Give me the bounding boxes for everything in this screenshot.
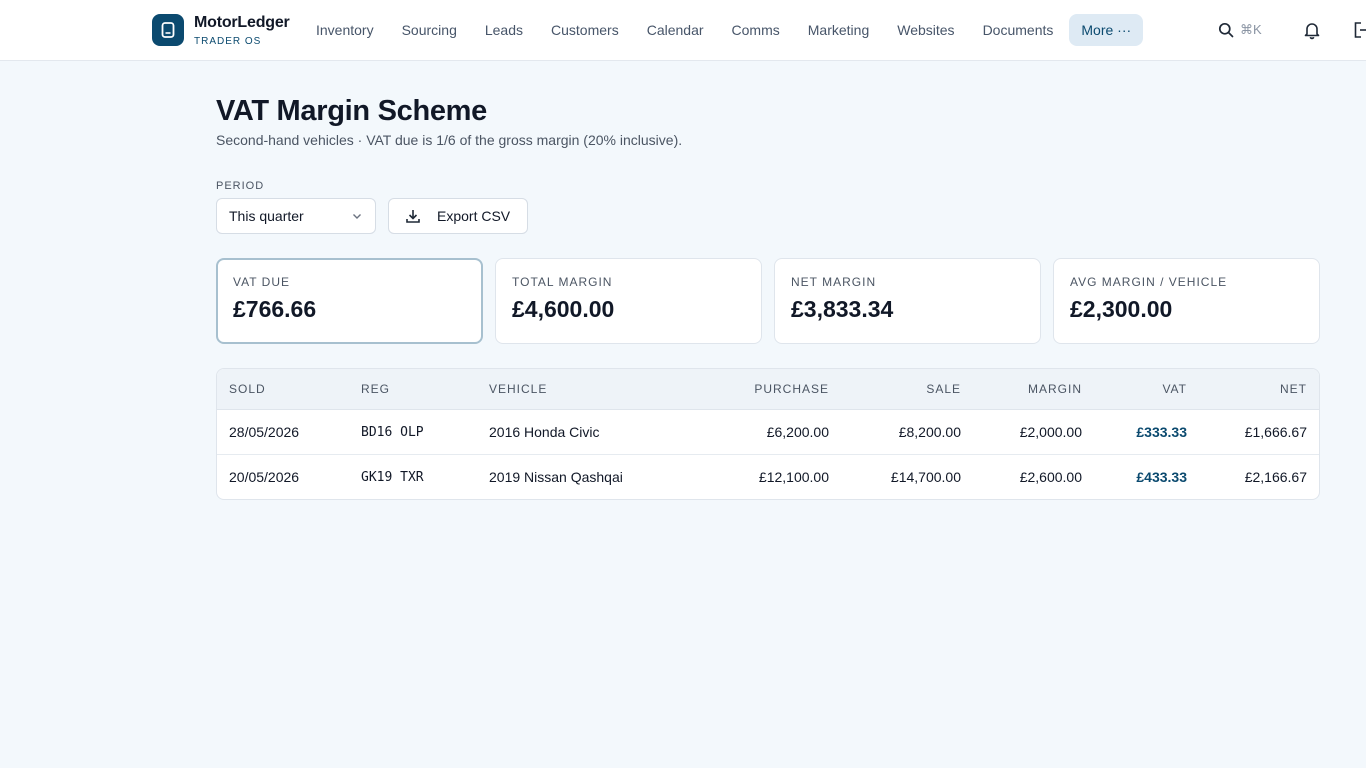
nav-item-marketing[interactable]: Marketing [794,14,883,46]
export-csv-label: Export CSV [437,208,511,224]
column-header-net[interactable]: NET [1280,369,1307,410]
search-button[interactable]: ⌘K [1218,14,1262,46]
main-nav: Inventory Sourcing Leads Customers Calen… [302,14,1144,46]
column-header-sale[interactable]: SALE [926,369,961,410]
column-header-vehicle[interactable]: VEHICLE [489,369,547,410]
column-header-purchase[interactable]: PURCHASE [754,369,829,410]
cell-reg: BD16 OLP [361,425,424,440]
table-row[interactable]: 20/05/2026 GK19 TXR 2019 Nissan Qashqai … [217,455,1319,499]
cell-vehicle: 2016 Honda Civic [489,424,600,440]
nav-item-comms[interactable]: Comms [718,14,794,46]
cell-vat: £333.33 [1136,424,1187,440]
cell-sale: £14,700.00 [890,469,961,485]
table-row[interactable]: 28/05/2026 BD16 OLP 2016 Honda Civic £6,… [217,410,1319,455]
cell-sold: 20/05/2026 [229,469,300,485]
table-header: SOLD REG VEHICLE PURCHASE SALE MARGIN VA… [217,369,1319,410]
column-header-margin[interactable]: MARGIN [1028,369,1082,410]
page-subtitle: Second-hand vehicles · VAT due is 1/6 of… [216,132,683,148]
search-shortcut: ⌘K [1240,22,1262,37]
column-header-vat[interactable]: VAT [1162,369,1187,410]
cell-margin: £2,000.00 [1019,424,1082,440]
bell-icon[interactable] [1302,20,1322,40]
nav-item-leads[interactable]: Leads [471,14,537,46]
nav-item-websites[interactable]: Websites [883,14,968,46]
document-icon [161,22,175,38]
cell-sold: 28/05/2026 [229,424,300,440]
cell-sale: £8,200.00 [898,424,961,440]
nav-item-documents[interactable]: Documents [969,14,1068,46]
stat-card-vat-due[interactable]: VAT due £766.66 [216,258,483,344]
download-icon [406,210,420,223]
app-logo[interactable] [152,14,184,46]
top-navigation-bar: MotorLedger TRADER OS Inventory Sourcing… [0,0,1366,61]
nav-more-button[interactable]: More ··· [1069,14,1144,46]
stat-label: Net margin [791,275,877,289]
stat-card-total-margin[interactable]: Total margin £4,600.00 [495,258,762,344]
logout-icon[interactable] [1352,20,1366,40]
page-title: VAT Margin Scheme [216,95,487,127]
stat-label: VAT due [233,275,291,289]
search-icon [1218,22,1234,38]
nav-item-inventory[interactable]: Inventory [302,14,388,46]
stat-card-avg-margin[interactable]: Avg margin / vehicle £2,300.00 [1053,258,1320,344]
column-header-sold[interactable]: SOLD [229,369,266,410]
nav-item-calendar[interactable]: Calendar [633,14,718,46]
stat-value: £766.66 [233,296,317,322]
period-select[interactable]: This quarter [216,198,376,234]
brand-subtitle: TRADER OS [194,36,262,47]
cell-reg: GK19 TXR [361,470,424,485]
stat-label: Total margin [512,275,613,289]
cell-vat: £433.33 [1136,469,1187,485]
column-header-reg[interactable]: REG [361,369,390,410]
cell-margin: £2,600.00 [1019,469,1082,485]
cell-vehicle: 2019 Nissan Qashqai [489,469,623,485]
stat-value: £4,600.00 [512,296,615,322]
period-label: PERIOD [216,180,265,192]
nav-item-sourcing[interactable]: Sourcing [388,14,471,46]
cell-net: £2,166.67 [1244,469,1307,485]
stat-value: £2,300.00 [1070,296,1173,322]
brand-name: MotorLedger [194,14,290,31]
vat-sales-table: SOLD REG VEHICLE PURCHASE SALE MARGIN VA… [216,368,1320,500]
cell-purchase: £12,100.00 [758,469,829,485]
stat-value: £3,833.34 [791,296,894,322]
stat-label: Avg margin / vehicle [1070,275,1228,289]
stat-card-net-margin[interactable]: Net margin £3,833.34 [774,258,1041,344]
period-select-value: This quarter [229,208,304,224]
cell-net: £1,666.67 [1244,424,1307,440]
export-csv-button[interactable]: Export CSV [388,198,528,234]
cell-purchase: £6,200.00 [766,424,829,440]
nav-item-customers[interactable]: Customers [537,14,633,46]
chevron-down-icon [353,214,361,219]
